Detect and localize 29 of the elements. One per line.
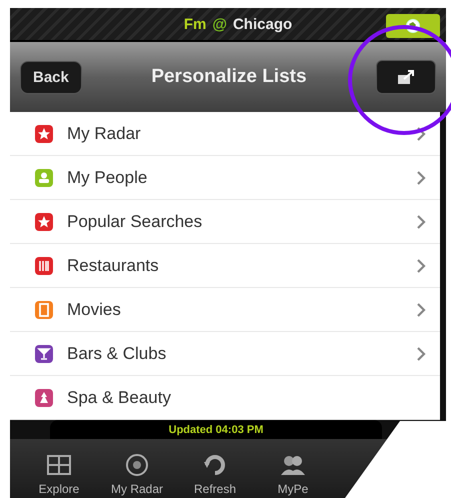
status-prefix: Fm xyxy=(184,16,206,32)
list-item[interactable]: Bars & Clubs xyxy=(10,332,440,376)
back-button[interactable]: Back xyxy=(20,60,82,94)
tab-button[interactable]: Explore xyxy=(20,454,98,496)
tab-button[interactable]: My Radar xyxy=(98,454,176,496)
update-time: Updated 04:03 PM xyxy=(168,424,264,436)
tab-button[interactable]: MyPe xyxy=(254,454,332,496)
list-item-label: Popular Searches xyxy=(67,212,204,232)
list-item[interactable]: Movies xyxy=(10,288,440,332)
list-item-label: My Radar xyxy=(67,124,142,144)
refresh-icon xyxy=(202,454,228,476)
list-item-label: My People xyxy=(67,168,148,188)
list-item-label: Spa & Beauty xyxy=(67,388,172,408)
status-city: Chicago xyxy=(232,16,292,32)
screen-title: Personalize Lists xyxy=(151,66,307,88)
tab-button[interactable]: Refresh xyxy=(176,454,254,496)
export-icon xyxy=(396,69,416,85)
list-item[interactable]: Restaurants xyxy=(10,244,440,288)
list-item[interactable]: My Radar xyxy=(10,112,440,156)
people-icon xyxy=(280,454,306,476)
share-button[interactable] xyxy=(376,60,436,94)
list-item-label: Movies xyxy=(67,300,122,320)
radar-icon xyxy=(124,454,150,476)
list-item[interactable]: Popular Searches xyxy=(10,200,440,244)
list-item-label: Restaurants xyxy=(67,256,160,276)
grid-icon xyxy=(46,454,72,476)
list-item-label: Bars & Clubs xyxy=(67,344,168,364)
status-at: @ xyxy=(212,16,227,32)
list-item[interactable]: My People xyxy=(10,156,440,200)
